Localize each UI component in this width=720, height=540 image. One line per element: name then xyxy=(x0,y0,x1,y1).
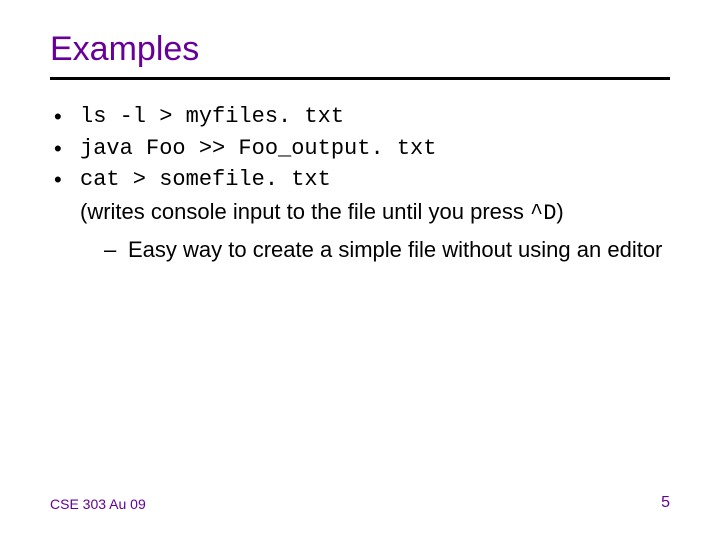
sub-bullet-dash: – xyxy=(104,235,128,265)
sub-bullet-item: – Easy way to create a simple file witho… xyxy=(104,235,670,265)
subnote-text-post: ) xyxy=(556,199,563,224)
bullet-text: cat > somefile. txt xyxy=(80,165,670,195)
bullet-text: ls -l > myfiles. txt xyxy=(80,102,670,132)
bullet-item: • java Foo >> Foo_output. txt xyxy=(50,134,670,164)
slide-content: • ls -l > myfiles. txt • java Foo >> Foo… xyxy=(50,102,670,264)
bullet-dot: • xyxy=(50,134,80,164)
sub-bullet-text: Easy way to create a simple file without… xyxy=(128,235,670,265)
subnote-text-pre: (writes console input to the file until … xyxy=(80,199,530,224)
bullet-dot: • xyxy=(50,102,80,132)
footer-page-number: 5 xyxy=(661,494,670,512)
bullet-dot: • xyxy=(50,165,80,195)
bullet-subnote: (writes console input to the file until … xyxy=(80,197,670,229)
slide: Examples • ls -l > myfiles. txt • java F… xyxy=(0,0,720,540)
bullet-item: • ls -l > myfiles. txt xyxy=(50,102,670,132)
bullet-item: • cat > somefile. txt xyxy=(50,165,670,195)
subnote-code: ^D xyxy=(530,201,556,226)
title-underline xyxy=(50,77,670,80)
footer-course: CSE 303 Au 09 xyxy=(50,496,146,512)
slide-title: Examples xyxy=(50,30,670,69)
bullet-text: java Foo >> Foo_output. txt xyxy=(80,134,670,164)
